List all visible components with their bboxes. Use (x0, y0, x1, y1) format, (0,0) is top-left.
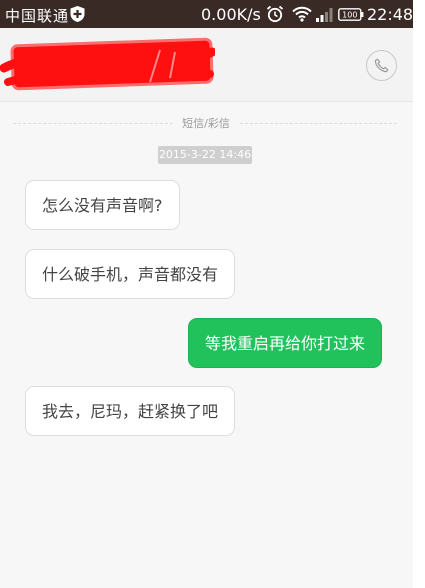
call-button[interactable] (366, 50, 397, 81)
message-bubble-incoming[interactable]: 什么破手机，声音都没有 (25, 249, 236, 299)
network-speed: 0.00K/s (201, 5, 261, 24)
alarm-clock-icon (266, 5, 284, 23)
status-bar: 中国联通 0.00K/s 100 22:48 (0, 0, 413, 28)
thread-divider-left (13, 123, 173, 124)
clock: 22:48 (367, 5, 413, 24)
message-bubble-incoming[interactable]: 我去，尼玛，赶紧换了吧 (25, 386, 236, 436)
message-bubble-outgoing[interactable]: 等我重启再给你打过来 (188, 318, 383, 368)
redaction-scribble (0, 42, 215, 86)
battery-level: 100 (342, 11, 357, 20)
battery-icon: 100 (338, 8, 364, 21)
thread-type-label: 短信/彩信 (176, 115, 236, 131)
message-timestamp: 2015-3-22 14:46 (158, 146, 252, 164)
sms-conversation-screen: 中国联通 0.00K/s 100 22:48 短信/彩信 2015-3-22 1… (0, 0, 413, 588)
shield-icon (70, 6, 85, 22)
phone-icon (374, 58, 389, 73)
signal-strength-icon (316, 8, 333, 22)
thread-divider-right (240, 123, 397, 124)
wifi-icon (292, 6, 312, 22)
message-bubble-incoming[interactable]: 怎么没有声音啊? (25, 180, 180, 230)
conversation-header (0, 28, 413, 102)
carrier-name: 中国联通 (5, 7, 70, 25)
screenshot-margin (413, 0, 425, 588)
